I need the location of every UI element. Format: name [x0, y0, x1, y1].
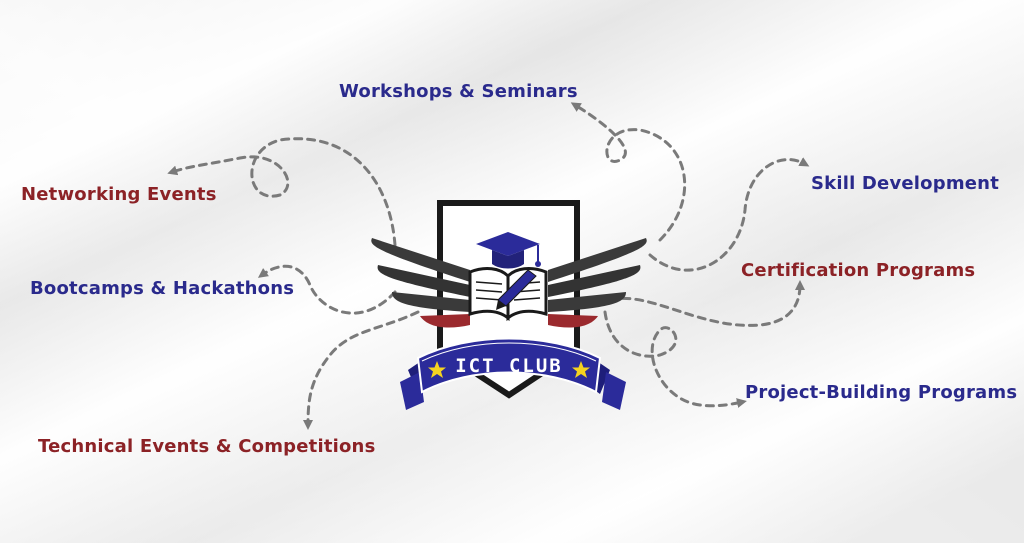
arrow-to-skill — [648, 157, 810, 272]
label-networking-events: Networking Events — [21, 184, 217, 205]
label-workshops-seminars: Workshops & Seminars — [339, 81, 578, 102]
label-technical-events-competitions: Technical Events & Competitions — [38, 436, 376, 457]
ict-club-logo: ICT CLUB — [371, 200, 647, 410]
label-certification-programs: Certification Programs — [741, 260, 976, 281]
arrow-to-certification — [608, 280, 805, 327]
arrow-to-project — [603, 310, 747, 408]
label-skill-development: Skill Development — [811, 173, 1000, 194]
arrow-to-workshops — [570, 102, 687, 242]
label-bootcamps-hackathons: Bootcamps & Hackathons — [30, 278, 295, 299]
arrow-to-technical — [303, 310, 420, 430]
banner-text: ICT CLUB — [455, 355, 563, 377]
label-project-building-programs: Project-Building Programs — [745, 382, 1018, 403]
